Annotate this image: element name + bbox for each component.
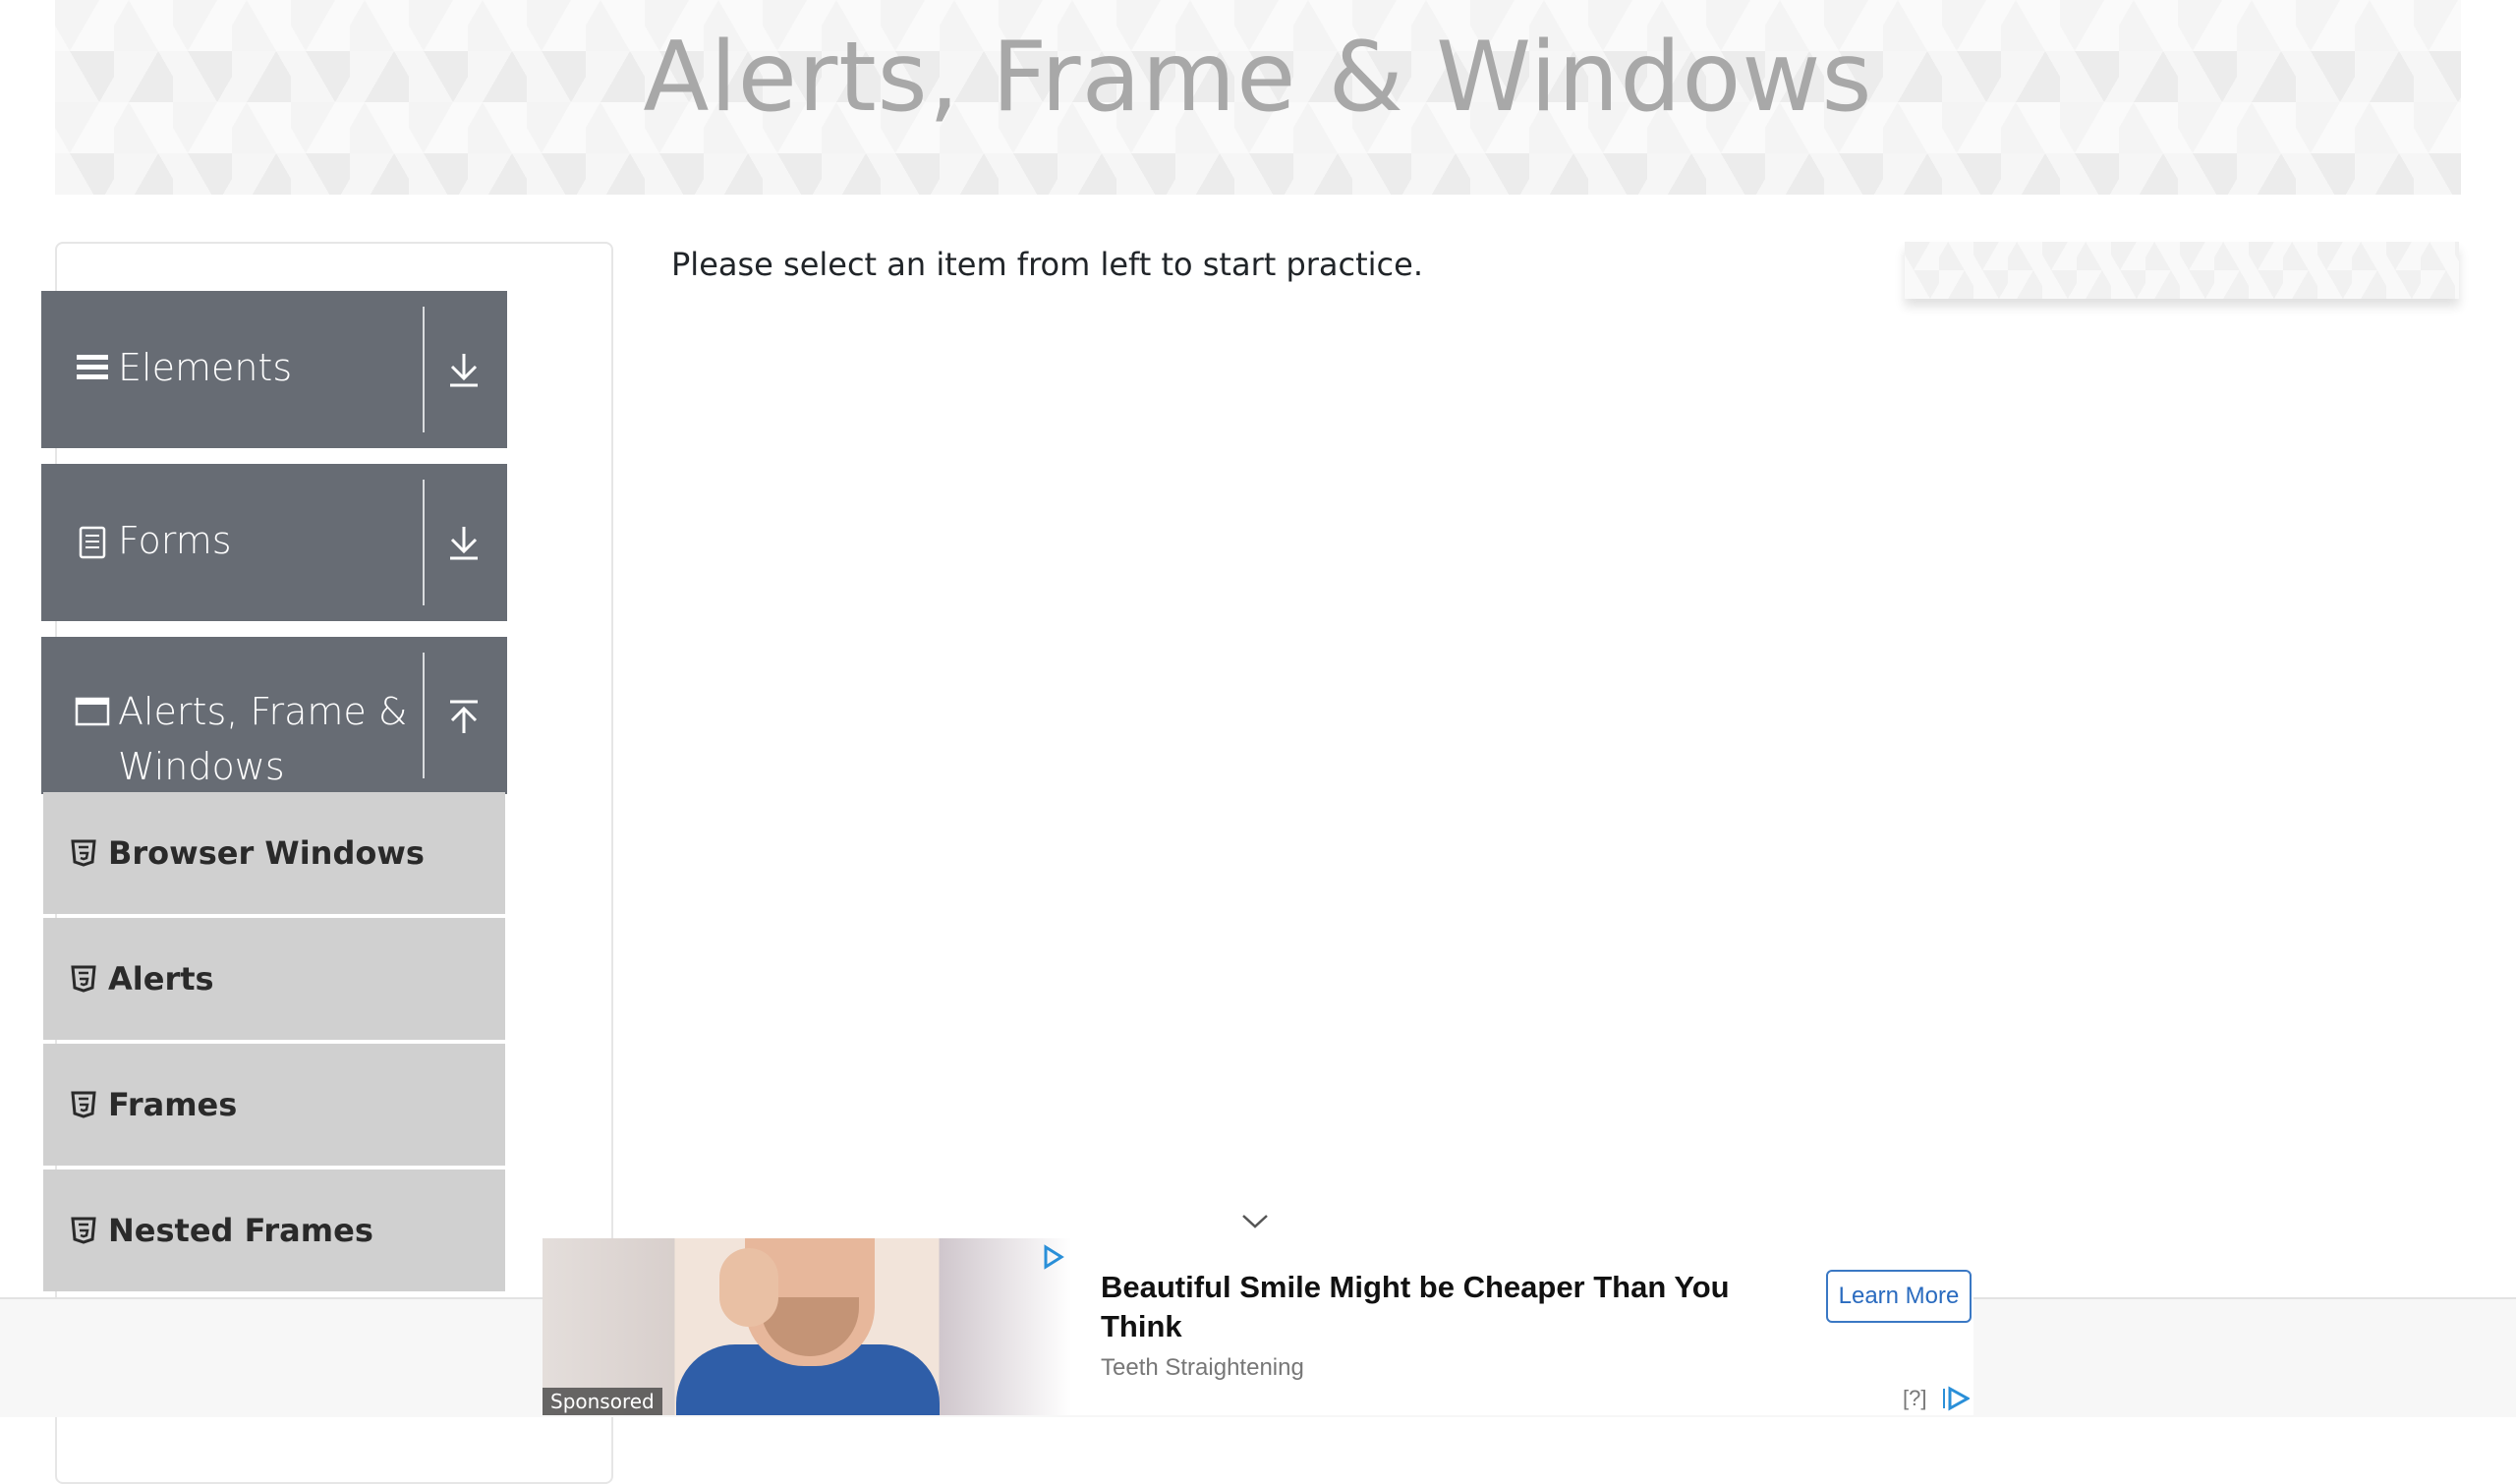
menu-item-label: Frames [108,1086,238,1123]
html5-icon [71,839,96,867]
menu-item-browser-windows[interactable]: Browser Windows [43,792,505,914]
ad-image-hand [719,1248,778,1327]
group-divider [423,480,425,605]
html5-icon [71,1217,96,1244]
learn-more-button[interactable]: Learn More [1826,1270,1972,1323]
hamburger-icon [77,355,108,379]
sidebar-group-elements[interactable]: Elements [41,291,507,448]
ad-title[interactable]: Beautiful Smile Might be Cheaper Than Yo… [1101,1268,1769,1346]
sidebar-group-label: Forms [118,519,232,562]
sponsored-label: Sponsored [543,1388,662,1415]
form-icon [79,526,106,559]
group-divider [423,307,425,432]
page-title: Alerts, Frame & Windows [643,22,1873,134]
sidebar-group-forms[interactable]: Forms [41,464,507,621]
sidebar-group-label: Elements [118,346,293,389]
menu-item-label: Alerts [108,960,214,998]
html5-icon [71,1091,96,1118]
arrow-down-icon[interactable] [442,521,486,564]
window-icon [75,697,110,726]
ad-info-link[interactable]: [?] [1903,1386,1926,1411]
ad-subtitle: Teeth Straightening [1101,1354,1304,1381]
menu-item-frames[interactable]: Frames [43,1044,505,1166]
arrow-up-icon[interactable] [442,696,486,739]
sidebar-group-label-line2: Windows [118,745,285,788]
ad-image[interactable]: Sponsored [543,1238,1071,1415]
ad-placeholder [1905,242,2459,299]
chevron-down-icon[interactable] [1240,1209,1270,1232]
submenu-list: Browser Windows Alerts Frames Nested Fra… [41,792,507,1295]
arrow-down-icon[interactable] [442,348,486,391]
html5-icon [71,965,96,993]
intro-text: Please select an item from left to start… [671,246,1423,283]
menu-item-nested-frames[interactable]: Nested Frames [43,1170,505,1291]
sidebar-group-label-line1: Alerts, Frame & [118,690,408,733]
ad-network-icon[interactable] [1942,1386,1970,1411]
group-divider [423,653,425,778]
menu-item-label: Browser Windows [108,834,425,872]
page-banner: Alerts, Frame & Windows [55,0,2461,195]
ad-card[interactable]: Sponsored Beautiful Smile Might be Cheap… [543,1238,1973,1415]
adchoices-icon[interactable] [1040,1244,1065,1270]
menu-item-alerts[interactable]: Alerts [43,918,505,1040]
menu-item-label: Nested Frames [108,1212,373,1249]
sidebar-group-alerts-frame-windows[interactable]: Alerts, Frame & Windows [41,637,507,794]
